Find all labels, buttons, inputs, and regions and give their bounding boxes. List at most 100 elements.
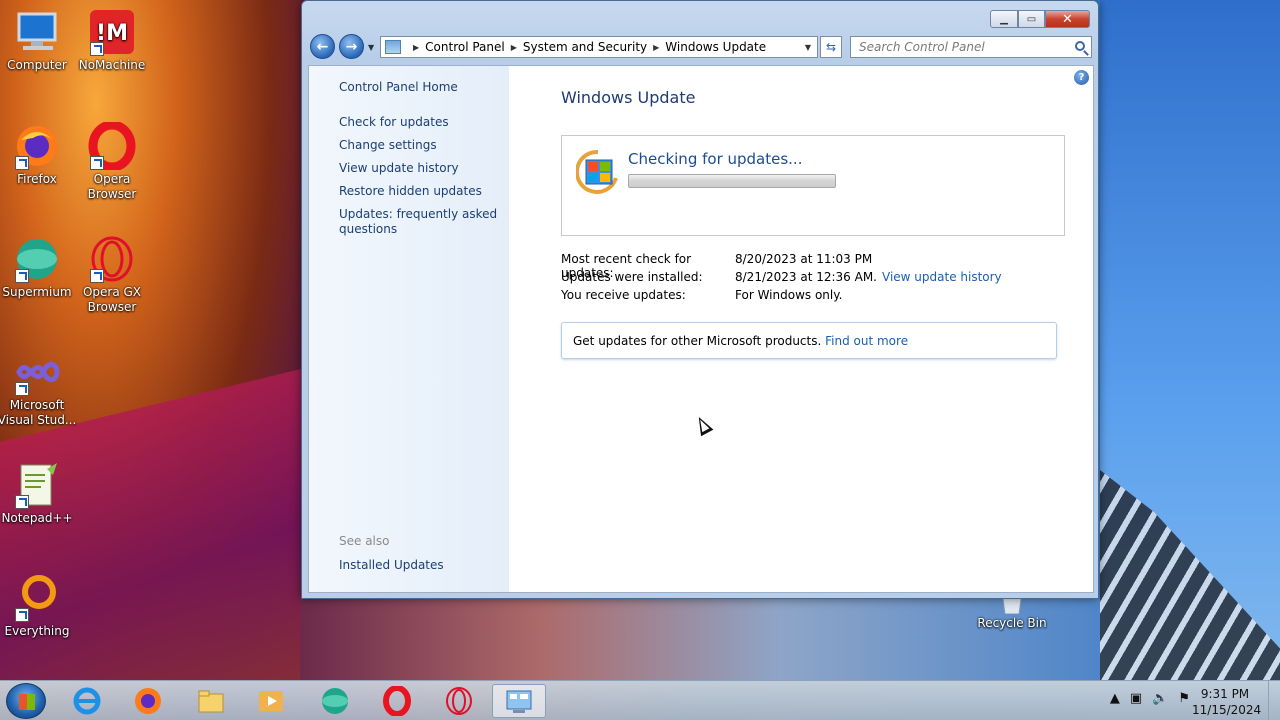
taskbar-opera-gx[interactable]	[432, 684, 486, 718]
desktop-icon-label: Firefox	[17, 172, 57, 186]
info-row-installed: Updates were installed: 8/21/2023 at 12:…	[561, 270, 1093, 288]
address-dropdown-icon[interactable]: ▼	[805, 43, 811, 52]
visual-studio-icon	[13, 348, 61, 396]
desktop-icon-opera[interactable]: Opera Browser	[72, 120, 152, 202]
help-icon[interactable]: ?	[1074, 70, 1089, 85]
back-button[interactable]: ←	[310, 34, 335, 59]
update-info: Most recent check for updates: 8/20/2023…	[561, 252, 1093, 306]
desktop-icon-nomachine[interactable]: !M NoMachine	[72, 8, 152, 73]
media-player-icon	[259, 691, 283, 711]
show-desktop-button[interactable]	[1268, 681, 1280, 720]
info-label: Updates were installed:	[561, 270, 703, 284]
minimize-button[interactable]: ▁	[990, 10, 1018, 28]
restore-hidden-updates-link[interactable]: Restore hidden updates	[339, 184, 509, 199]
search-input[interactable]: Search Control Panel	[850, 36, 1092, 58]
taskbar-internet-explorer[interactable]	[60, 684, 114, 718]
desktop-icon-supermium[interactable]: Supermium	[0, 235, 77, 300]
breadcrumb-windows-update[interactable]: Windows Update	[665, 40, 766, 54]
forward-button[interactable]: →	[339, 34, 364, 59]
breadcrumb-system-and-security[interactable]: System and Security	[523, 40, 647, 54]
volume-icon[interactable]: 🔈	[1152, 691, 1168, 706]
desktop-icon-notepad-plus-plus[interactable]: Notepad++	[0, 461, 77, 526]
maximize-button[interactable]: ▭	[1018, 10, 1045, 28]
computer-icon	[13, 8, 61, 56]
internet-explorer-icon	[73, 687, 101, 715]
everything-icon	[13, 574, 61, 622]
info-value: For Windows only.	[735, 288, 843, 302]
window-content: Control Panel Home Check for updates Cha…	[308, 65, 1094, 593]
firefox-icon	[135, 688, 161, 714]
main-pane: ? Windows Update Checking for updates...…	[509, 66, 1093, 592]
view-update-history-inline-link[interactable]: View update history	[882, 270, 1002, 288]
taskbar-control-panel[interactable]	[492, 684, 546, 718]
recent-pages-dropdown[interactable]: ▼	[368, 43, 374, 52]
installed-updates-link[interactable]: Installed Updates	[339, 558, 444, 572]
find-out-more-link[interactable]: Find out more	[825, 334, 908, 348]
checking-status-text: Checking for updates...	[628, 150, 803, 168]
taskbar-supermium[interactable]	[308, 684, 362, 718]
update-progress-bar	[628, 174, 836, 188]
taskbar-clock[interactable]: 9:31 PM 11/15/2024	[1192, 686, 1262, 718]
control-panel-icon	[385, 40, 401, 54]
page-title: Windows Update	[561, 88, 696, 107]
taskbar-firefox[interactable]	[121, 684, 175, 718]
windows-update-window: ▁ ▭ ✕ ← → ▼ ▶ Control Panel ▶ System and…	[301, 0, 1099, 599]
taskbar-media-player[interactable]	[244, 684, 298, 718]
search-placeholder: Search Control Panel	[859, 40, 985, 54]
check-for-updates-link[interactable]: Check for updates	[339, 115, 509, 130]
info-value: 8/21/2023 at 12:36 AM.	[735, 270, 877, 284]
window-controls: ▁ ▭ ✕	[990, 10, 1090, 28]
desktop-icon-label: Microsoft Visual Stud...	[0, 398, 77, 427]
navigation-bar: ← → ▼ ▶ Control Panel ▶ System and Secur…	[310, 34, 1092, 60]
refresh-button[interactable]: ⇆	[820, 36, 842, 58]
desktop-icon-firefox[interactable]: Firefox	[0, 122, 77, 187]
close-button[interactable]: ✕	[1045, 10, 1090, 28]
update-status-box: Checking for updates...	[561, 135, 1065, 236]
view-update-history-link[interactable]: View update history	[339, 161, 509, 176]
change-settings-link[interactable]: Change settings	[339, 138, 509, 153]
network-icon[interactable]: ▣	[1130, 691, 1142, 706]
opera-gx-icon	[88, 235, 136, 283]
system-tray: ▲ ▣ 🔈 ⚑	[1110, 691, 1190, 706]
desktop-icon-visual-studio[interactable]: Microsoft Visual Stud...	[0, 348, 77, 428]
chevron-right-icon[interactable]: ▶	[653, 43, 659, 52]
notepad-plus-plus-icon	[13, 461, 61, 509]
desktop-icon-label: Opera Browser	[87, 172, 137, 201]
opera-icon	[383, 686, 411, 716]
see-also-heading: See also	[339, 534, 390, 548]
info-label: Most recent check for updates:	[561, 252, 692, 280]
faq-link[interactable]: Updates: frequently asked questions	[339, 207, 509, 237]
control-panel-home-link[interactable]: Control Panel Home	[339, 80, 509, 95]
chevron-right-icon: ▶	[413, 42, 420, 52]
desktop-icon-label: NoMachine	[78, 58, 146, 72]
action-center-flag-icon[interactable]: ⚑	[1178, 691, 1190, 706]
shortcut-arrow-icon	[90, 42, 104, 56]
taskbar-file-explorer[interactable]	[184, 684, 238, 718]
desktop-icon-label: Supermium	[2, 285, 72, 299]
clock-date: 11/15/2024	[1192, 703, 1262, 717]
chevron-right-icon[interactable]: ▶	[511, 43, 517, 52]
taskbar: ▲ ▣ 🔈 ⚑ 9:31 PM 11/15/2024	[0, 680, 1280, 720]
info-row-receive: You receive updates: For Windows only.	[561, 288, 1093, 306]
taskbar-opera[interactable]	[370, 684, 424, 718]
folder-icon	[198, 690, 224, 713]
supermium-icon	[13, 235, 61, 283]
breadcrumb-control-panel[interactable]: Control Panel	[425, 40, 505, 54]
desktop-icon-everything[interactable]: Everything	[0, 574, 77, 639]
windows-update-icon	[574, 148, 620, 194]
opera-icon	[88, 120, 136, 172]
desktop-icon-label: Everything	[4, 624, 70, 638]
address-bar[interactable]: ▶ Control Panel ▶ System and Security ▶ …	[380, 36, 818, 58]
desktop-icon-computer[interactable]: Computer	[0, 8, 77, 73]
opera-gx-icon	[446, 687, 472, 715]
supermium-icon	[322, 688, 348, 714]
show-hidden-icons-icon[interactable]: ▲	[1110, 691, 1120, 706]
search-icon[interactable]	[1075, 41, 1085, 51]
desktop-icon-label: Notepad++	[1, 511, 73, 525]
desktop-icon-opera-gx[interactable]: Opera GX Browser	[72, 235, 152, 315]
start-button[interactable]	[6, 683, 46, 719]
desktop-icon-label: Recycle Bin	[977, 616, 1047, 630]
shortcut-arrow-icon	[15, 269, 29, 283]
control-panel-icon	[506, 690, 532, 713]
desktop-icon-label: Computer	[7, 58, 67, 72]
